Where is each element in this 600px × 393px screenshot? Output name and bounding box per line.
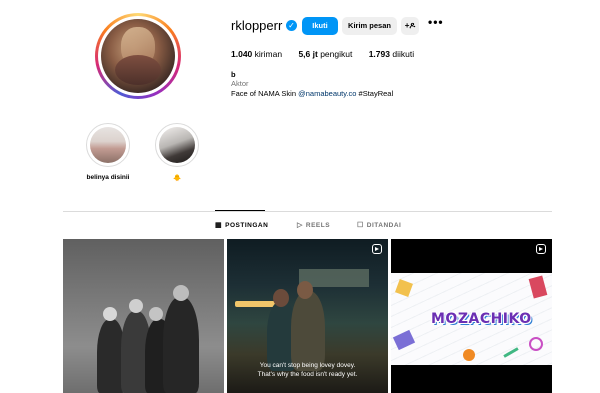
- more-options-icon[interactable]: •••: [428, 15, 444, 29]
- post-thumbnail[interactable]: MOZACHIKO: [391, 239, 552, 393]
- post-photo-group: [91, 285, 201, 393]
- post-card-title: MOZACHIKO: [431, 311, 532, 327]
- posts-count: 1.040 kiriman: [231, 49, 283, 59]
- post-thumbnail[interactable]: You can't stop being lovey dovey. That's…: [227, 239, 388, 393]
- reel-icon: [372, 244, 382, 254]
- highlight-label: 🐥: [172, 175, 182, 182]
- reel-icon: [536, 244, 546, 254]
- highlight-cover: [159, 127, 195, 163]
- tagged-icon: ☐: [357, 222, 364, 229]
- highlight-item[interactable]: [86, 123, 130, 167]
- bio-text: Face of NAMA Skin @namabeauty.co #StayRe…: [231, 89, 394, 98]
- bio-mention-link[interactable]: @namabeauty.co: [298, 89, 356, 98]
- tab-posts[interactable]: ▦ POSTINGAN: [215, 221, 268, 229]
- post-thumbnail[interactable]: [63, 239, 224, 393]
- reel-subtitle: That's why the food isn't ready yet.: [257, 371, 358, 378]
- following-count[interactable]: 1.793 diikuti: [369, 49, 414, 59]
- profile-avatar[interactable]: [95, 13, 181, 99]
- follow-button[interactable]: Ikuti: [302, 17, 338, 35]
- bio-category: Aktor: [231, 79, 249, 88]
- post-card: MOZACHIKO: [391, 273, 552, 365]
- reel-subtitle: You can't stop being lovey dovey.: [259, 362, 356, 369]
- reels-icon: ▷: [297, 222, 303, 229]
- bio-name: b: [231, 70, 236, 79]
- avatar-image: [101, 19, 175, 93]
- highlight-item[interactable]: [155, 123, 199, 167]
- profile-stats: 1.040 kiriman 5,6 jt pengikut 1.793 diik…: [231, 49, 428, 59]
- tab-reels[interactable]: ▷ REELS: [297, 221, 330, 229]
- suggested-accounts-icon[interactable]: +ዶ: [401, 17, 419, 35]
- highlight-label: belinya disinii: [86, 174, 130, 181]
- followers-count[interactable]: 5,6 jt pengikut: [298, 49, 354, 59]
- verified-badge-icon: ✓: [286, 20, 297, 31]
- grid-icon: ▦: [215, 222, 223, 229]
- tabs-divider: [63, 211, 552, 212]
- send-message-button[interactable]: Kirim pesan: [342, 17, 397, 35]
- highlight-cover: [90, 127, 126, 163]
- active-tab-indicator: [215, 210, 265, 211]
- tab-tagged[interactable]: ☐ DITANDAI: [357, 221, 401, 229]
- profile-username: rklopperr: [231, 18, 283, 33]
